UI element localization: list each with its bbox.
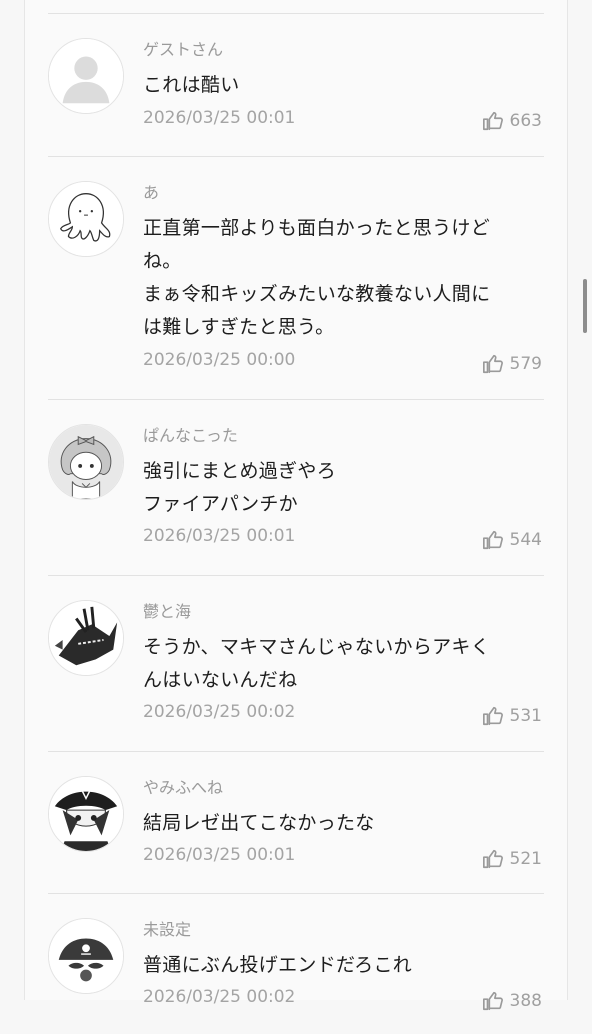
comment-date: 2026/03/25 00:01 — [143, 845, 296, 865]
comment-line: んはいないんだね — [143, 669, 298, 691]
comment-date: 2026/03/25 00:01 — [143, 108, 296, 128]
like-count: 388 — [509, 991, 542, 1011]
comment-text: 正直第一部よりも面白かったと思うけど ね。 まぁ令和キッズみたいな教養ない人間に… — [143, 212, 533, 344]
like-button[interactable]: 663 — [482, 110, 542, 132]
avatar[interactable] — [48, 600, 124, 676]
comment-text: 結局レゼ出てこなかったな — [143, 807, 533, 840]
comment-date: 2026/03/25 00:00 — [143, 350, 296, 370]
girl-with-bow-avatar-icon — [49, 425, 123, 499]
thumbs-up-icon — [482, 110, 504, 132]
chainsaw-character-avatar-icon — [49, 601, 123, 675]
like-button[interactable]: 544 — [482, 529, 542, 551]
like-button[interactable]: 521 — [482, 848, 542, 870]
thumbs-up-icon — [482, 353, 504, 375]
avatar[interactable] — [48, 776, 124, 852]
like-button[interactable]: 388 — [482, 990, 542, 1012]
like-button[interactable]: 579 — [482, 353, 542, 375]
author-name[interactable]: あ — [143, 183, 159, 203]
comment-item: ゲストさん これは酷い 2026/03/25 00:01 663 — [48, 14, 544, 157]
pirate-girl-avatar-icon — [49, 777, 123, 851]
scrollbar-thumb[interactable] — [583, 279, 587, 333]
comment-date: 2026/03/25 00:02 — [143, 702, 296, 722]
comment-date: 2026/03/25 00:02 — [143, 987, 296, 1007]
like-count: 579 — [509, 354, 542, 374]
author-name[interactable]: 鬱と海 — [143, 602, 191, 622]
like-count: 663 — [509, 111, 542, 131]
comment-item: ぱんなこった 強引にまとめ過ぎやろ ファイアパンチか 2026/03/25 00… — [48, 400, 544, 576]
comment-line: は難しすぎたと思う。 — [143, 316, 335, 338]
comment-line: 普通にぶん投げエンドだろこれ — [143, 954, 413, 976]
comment-line: 強引にまとめ過ぎやろ — [143, 460, 337, 482]
author-name[interactable]: ゲストさん — [143, 40, 223, 60]
pirate-skull-avatar-icon — [49, 919, 123, 993]
comment-line: 正直第一部よりも面白かったと思うけど — [143, 217, 491, 239]
comment-line: 結局レゼ出てこなかったな — [143, 812, 375, 834]
comment-line: これは酷い — [143, 74, 240, 96]
octopus-avatar-icon — [49, 182, 123, 256]
comment-line: ファイアパンチか — [143, 493, 298, 515]
comment-item: あ 正直第一部よりも面白かったと思うけど ね。 まぁ令和キッズみたいな教養ない人… — [48, 157, 544, 400]
comment-item: 未設定 普通にぶん投げエンドだろこれ 2026/03/25 00:02 388 — [48, 894, 544, 1034]
thumbs-up-icon — [482, 848, 504, 870]
like-button[interactable]: 531 — [482, 705, 542, 727]
author-name[interactable]: やみふへね — [143, 778, 223, 798]
like-count: 521 — [509, 849, 542, 869]
comment-text: これは酷い — [143, 69, 533, 102]
avatar[interactable] — [48, 424, 124, 500]
author-name[interactable]: ぱんなこった — [143, 426, 238, 446]
thumbs-up-icon — [482, 705, 504, 727]
comment-text: そうか、マキマさんじゃないからアキく んはいないんだね — [143, 631, 533, 697]
avatar[interactable] — [48, 181, 124, 257]
like-count: 544 — [509, 530, 542, 550]
avatar[interactable] — [48, 918, 124, 994]
thumbs-up-icon — [482, 990, 504, 1012]
thumbs-up-icon — [482, 529, 504, 551]
comment-line: そうか、マキマさんじゃないからアキく — [143, 636, 491, 658]
default-person-icon — [49, 39, 123, 113]
comment-line: まぁ令和キッズみたいな教養ない人間に — [143, 283, 491, 305]
comment-text: 強引にまとめ過ぎやろ ファイアパンチか — [143, 455, 533, 521]
like-count: 531 — [509, 706, 542, 726]
author-name[interactable]: 未設定 — [143, 920, 191, 940]
comment-text: 普通にぶん投げエンドだろこれ — [143, 949, 533, 982]
comment-line: ね。 — [143, 250, 182, 272]
comment-date: 2026/03/25 00:01 — [143, 526, 296, 546]
comment-item: 鬱と海 そうか、マキマさんじゃないからアキく んはいないんだね 2026/03/… — [48, 576, 544, 752]
comment-item: やみふへね 結局レゼ出てこなかったな 2026/03/25 00:01 521 — [48, 752, 544, 894]
avatar[interactable] — [48, 38, 124, 114]
